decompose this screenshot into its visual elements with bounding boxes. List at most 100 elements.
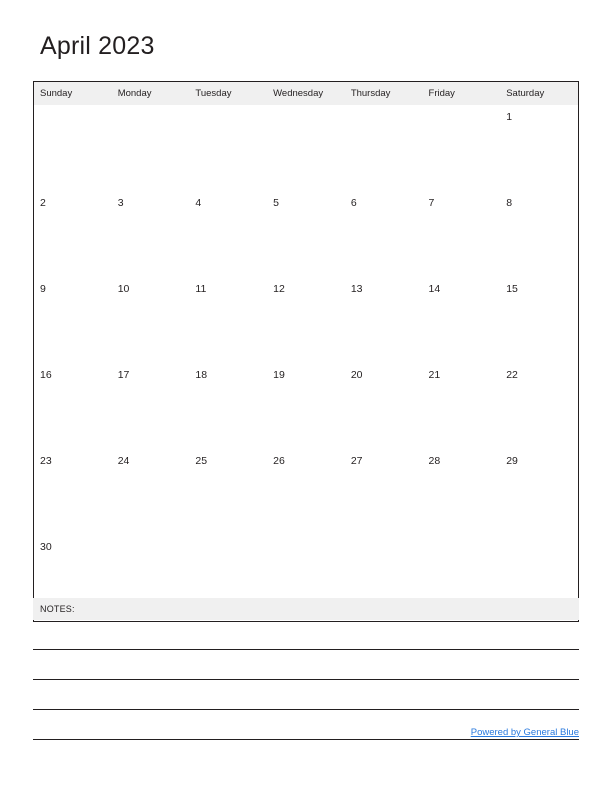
day-number	[429, 542, 501, 543]
calendar-page: April 2023 Sunday Monday Tuesday Wednesd…	[0, 0, 612, 792]
day-number: 24	[117, 455, 130, 467]
notes-line[interactable]	[33, 650, 579, 680]
weekday-header-thursday: Thursday	[344, 82, 423, 105]
calendar-day-cell[interactable]: 13	[344, 277, 423, 363]
weekday-header-tuesday: Tuesday	[189, 82, 268, 105]
calendar-week-row: 9 10 11 12 13 14 15	[34, 277, 578, 363]
notes-line[interactable]	[33, 680, 579, 710]
calendar-day-cell[interactable]: 6	[344, 191, 423, 277]
calendar-day-cell[interactable]: 9	[34, 277, 112, 363]
day-number	[118, 112, 190, 113]
calendar-day-cell[interactable]: 4	[189, 191, 268, 277]
day-number: 2	[40, 197, 46, 209]
day-number: 22	[506, 369, 518, 381]
notes-line[interactable]	[33, 620, 579, 650]
footer: Powered by General Blue	[33, 722, 579, 740]
day-number: 18	[195, 369, 208, 381]
day-number: 30	[40, 541, 52, 553]
day-number: 12	[273, 283, 285, 295]
calendar-day-cell[interactable]: 23	[34, 449, 112, 535]
page-title: April 2023	[40, 32, 155, 60]
calendar-day-cell[interactable]: 20	[344, 363, 423, 449]
day-number	[273, 542, 345, 543]
day-number: 14	[428, 283, 441, 295]
day-number: 1	[506, 111, 513, 123]
calendar-day-cell[interactable]: 27	[344, 449, 423, 535]
day-number: 15	[506, 283, 518, 295]
calendar-table: Sunday Monday Tuesday Wednesday Thursday…	[34, 82, 578, 621]
day-number: 16	[40, 369, 52, 381]
calendar-week-row: 16 17 18 19 20 21 22	[34, 363, 578, 449]
calendar-body: 1 2 3 4 5 6 7 8 9 10 11 12 13 14 15 16 1…	[34, 105, 578, 621]
day-number: 20	[350, 369, 363, 381]
weekday-header-saturday: Saturday	[500, 82, 578, 105]
calendar-day-cell[interactable]: 10	[111, 277, 190, 363]
day-number	[506, 542, 578, 543]
calendar-day-cell[interactable]: 21	[422, 363, 501, 449]
calendar-week-row: 2 3 4 5 6 7 8	[34, 191, 578, 277]
day-number: 5	[273, 197, 279, 209]
day-number: 7	[428, 197, 435, 209]
day-number: 29	[506, 455, 518, 467]
day-number: 10	[117, 283, 130, 295]
day-number	[118, 542, 190, 543]
day-number: 3	[117, 197, 124, 209]
day-number: 6	[350, 197, 357, 209]
notes-header-bar: NOTES:	[33, 598, 579, 620]
calendar-day-cell[interactable]: 19	[267, 363, 345, 449]
calendar-day-cell[interactable]: 15	[500, 277, 578, 363]
day-number: 23	[40, 455, 52, 467]
day-number	[351, 542, 423, 543]
calendar-day-cell[interactable]: 8	[500, 191, 578, 277]
calendar-day-cell[interactable]: 18	[189, 363, 268, 449]
powered-by-link[interactable]: Powered by General Blue	[471, 727, 579, 738]
calendar-day-cell[interactable]	[34, 105, 112, 191]
calendar-day-cell[interactable]: 24	[111, 449, 190, 535]
day-number: 11	[195, 283, 207, 295]
calendar-day-cell[interactable]	[422, 105, 501, 191]
calendar-day-cell[interactable]: 16	[34, 363, 112, 449]
weekday-header-wednesday: Wednesday	[267, 82, 345, 105]
day-number: 21	[428, 369, 441, 381]
calendar-day-cell[interactable]: 25	[189, 449, 268, 535]
calendar-grid: Sunday Monday Tuesday Wednesday Thursday…	[33, 81, 579, 622]
day-number: 17	[117, 369, 130, 381]
calendar-header-row: Sunday Monday Tuesday Wednesday Thursday…	[34, 82, 578, 105]
calendar-week-row: 1	[34, 105, 578, 191]
calendar-day-cell[interactable]	[189, 105, 268, 191]
calendar-day-cell[interactable]: 17	[111, 363, 190, 449]
day-number: 25	[195, 455, 208, 467]
calendar-day-cell[interactable]: 29	[500, 449, 578, 535]
weekday-header-monday: Monday	[111, 82, 190, 105]
day-number	[40, 112, 112, 113]
day-number: 13	[350, 283, 363, 295]
calendar-day-cell[interactable]	[111, 105, 190, 191]
calendar-day-cell[interactable]: 28	[422, 449, 501, 535]
calendar-day-cell[interactable]: 12	[267, 277, 345, 363]
calendar-day-cell[interactable]: 2	[34, 191, 112, 277]
day-number	[429, 112, 501, 113]
day-number: 28	[428, 455, 441, 467]
day-number	[351, 112, 423, 113]
day-number: 4	[195, 197, 202, 209]
calendar-day-cell[interactable]: 14	[422, 277, 501, 363]
day-number: 8	[506, 197, 513, 209]
calendar-day-cell[interactable]: 11	[189, 277, 268, 363]
weekday-header-sunday: Sunday	[34, 82, 112, 105]
day-number	[195, 542, 267, 543]
day-number	[273, 112, 345, 113]
calendar-day-cell[interactable]: 3	[111, 191, 190, 277]
calendar-day-cell[interactable]: 1	[500, 105, 578, 191]
calendar-day-cell[interactable]: 22	[500, 363, 578, 449]
calendar-day-cell[interactable]	[344, 105, 423, 191]
day-number: 19	[273, 369, 285, 381]
calendar-day-cell[interactable]: 26	[267, 449, 345, 535]
calendar-day-cell[interactable]: 7	[422, 191, 501, 277]
weekday-header-friday: Friday	[422, 82, 501, 105]
day-number: 26	[273, 455, 285, 467]
calendar-day-cell[interactable]: 5	[267, 191, 345, 277]
day-number: 9	[40, 283, 46, 295]
notes-label: NOTES:	[40, 604, 75, 614]
day-number: 27	[350, 455, 363, 467]
calendar-day-cell[interactable]	[267, 105, 345, 191]
